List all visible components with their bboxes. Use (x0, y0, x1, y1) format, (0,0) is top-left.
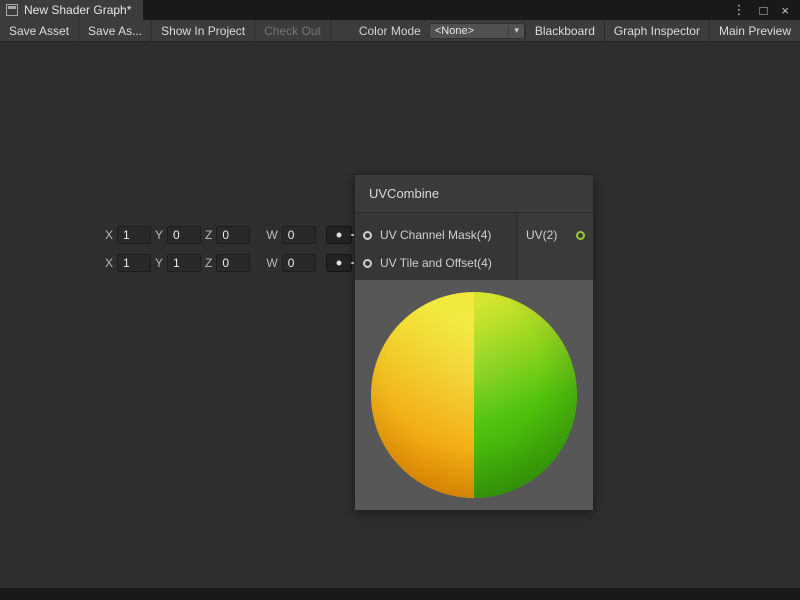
graph-canvas[interactable]: X1 Y0 Z0 W0 X1 Y1 Z0 W0 UVCombine UV C (0, 42, 800, 588)
y-field[interactable]: 1 (167, 254, 201, 272)
output-port-icon[interactable] (576, 231, 585, 240)
chevron-down-icon: ▾ (508, 25, 519, 36)
toolbar-right-group: Blackboard Graph Inspector Main Preview (525, 20, 800, 41)
input-port-uv-tile-offset[interactable]: UV Tile and Offset(4) (355, 249, 517, 277)
node-input-ports: UV Channel Mask(4) UV Tile and Offset(4) (355, 213, 518, 280)
connector-port-icon (336, 233, 341, 238)
z-field[interactable]: 0 (216, 254, 250, 272)
maximize-icon[interactable]: □ (755, 3, 773, 18)
x-label: X (105, 256, 113, 270)
x-field[interactable]: 1 (117, 226, 151, 244)
node-ports: UV Channel Mask(4) UV Tile and Offset(4)… (355, 213, 593, 280)
y-label: Y (155, 256, 163, 270)
output-port-label: UV(2) (526, 228, 557, 242)
z-label: Z (205, 256, 212, 270)
vector-connector-node[interactable] (326, 226, 352, 244)
x-field[interactable]: 1 (117, 254, 151, 272)
show-in-project-button[interactable]: Show In Project (152, 20, 255, 41)
input-port-icon[interactable] (363, 231, 372, 240)
shader-graph-icon (6, 4, 18, 16)
connector-port-icon (336, 261, 341, 266)
vector4-input-row-1: X1 Y0 Z0 W0 (105, 226, 352, 244)
vector-connector-node[interactable] (326, 254, 352, 272)
blackboard-button[interactable]: Blackboard (525, 20, 604, 41)
sphere-shading (371, 292, 577, 498)
input-port-label: UV Tile and Offset(4) (380, 256, 492, 270)
node-title[interactable]: UVCombine (355, 175, 593, 213)
color-mode-dropdown[interactable]: <None> ▾ (429, 23, 525, 39)
check-out-button: Check Out (255, 20, 331, 41)
close-icon[interactable]: × (776, 3, 794, 18)
shader-graph-window: New Shader Graph* ⋮ □ × Save Asset Save … (0, 0, 800, 600)
bottom-strip (0, 588, 800, 600)
w-field[interactable]: 0 (282, 254, 316, 272)
node-output-ports: UV(2) (518, 213, 593, 280)
save-as-button[interactable]: Save As... (79, 20, 152, 41)
tab-title: New Shader Graph* (24, 3, 131, 17)
node-uvcombine[interactable]: UVCombine UV Channel Mask(4) UV Tile and… (355, 175, 593, 510)
uv-preview-sphere (371, 292, 577, 498)
input-port-label: UV Channel Mask(4) (380, 228, 491, 242)
kebab-menu-icon[interactable]: ⋮ (728, 2, 751, 18)
output-port-uv[interactable]: UV(2) (518, 221, 593, 249)
tab-new-shader-graph[interactable]: New Shader Graph* (0, 0, 143, 20)
y-label: Y (155, 228, 163, 242)
w-field[interactable]: 0 (282, 226, 316, 244)
toolbar: Save Asset Save As... Show In Project Ch… (0, 20, 800, 42)
color-mode-label: Color Mode (359, 20, 421, 41)
input-port-uv-channel-mask[interactable]: UV Channel Mask(4) (355, 221, 517, 249)
w-label: W (266, 228, 277, 242)
z-field[interactable]: 0 (216, 226, 250, 244)
input-port-icon[interactable] (363, 259, 372, 268)
vector4-input-row-2: X1 Y1 Z0 W0 (105, 254, 352, 272)
graph-inspector-button[interactable]: Graph Inspector (604, 20, 709, 41)
tab-bar: New Shader Graph* ⋮ □ × (0, 0, 800, 20)
main-preview-button[interactable]: Main Preview (709, 20, 800, 41)
z-label: Z (205, 228, 212, 242)
y-field[interactable]: 0 (167, 226, 201, 244)
node-preview (355, 280, 593, 510)
color-mode-value: <None> (435, 25, 474, 37)
x-label: X (105, 228, 113, 242)
save-asset-button[interactable]: Save Asset (0, 20, 79, 41)
window-controls: ⋮ □ × (728, 0, 800, 20)
w-label: W (266, 256, 277, 270)
